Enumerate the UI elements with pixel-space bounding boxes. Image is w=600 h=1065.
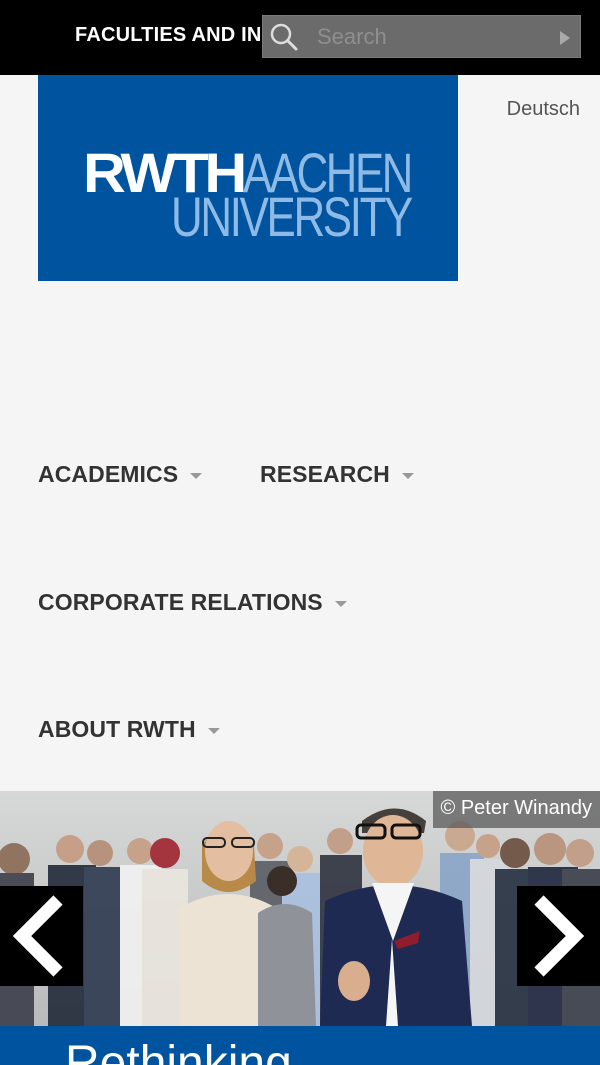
caret-down-icon [401, 472, 414, 479]
hero-slider: © Peter Winandy [0, 791, 600, 1026]
nav-corporate-relations-label: CORPORATE RELATIONS [38, 589, 323, 615]
top-bar: FACULTIES AND INSTITUTES [0, 0, 600, 75]
caret-down-icon [207, 727, 220, 734]
nav-academics-label: ACADEMICS [38, 461, 179, 487]
hero-caption-text[interactable]: Rethinking [65, 1040, 292, 1065]
slider-next-button[interactable] [517, 886, 600, 986]
search-icon[interactable] [269, 22, 299, 52]
search-submit-icon[interactable] [560, 31, 570, 45]
chevron-left-icon [12, 895, 63, 977]
caret-down-icon [190, 472, 203, 479]
nav-research[interactable]: RESEARCH [260, 461, 414, 488]
photo-credit: © Peter Winandy [432, 791, 600, 828]
slider-previous-button[interactable] [0, 886, 83, 986]
language-switch-link[interactable]: Deutsch [507, 98, 580, 121]
faculties-and-institutes-link[interactable]: FACULTIES AND INSTITUTES [75, 24, 263, 47]
rwth-logo-graphic: RWTH AACHEN UNIVERSITY [83, 141, 416, 248]
nav-research-label: RESEARCH [260, 461, 390, 487]
search-box [262, 15, 581, 58]
nav-corporate-relations[interactable]: CORPORATE RELATIONS [38, 589, 347, 616]
nav-about-rwth-label: ABOUT RWTH [38, 716, 196, 742]
chevron-right-icon [534, 895, 585, 977]
search-input[interactable] [315, 22, 540, 52]
caret-down-icon [334, 600, 347, 607]
nav-about-rwth[interactable]: ABOUT RWTH [38, 716, 220, 743]
logo-university-text: UNIVERSITY [171, 185, 413, 248]
rwth-logo[interactable]: RWTH AACHEN UNIVERSITY [38, 75, 458, 281]
hero-caption-bar: Rethinking [0, 1026, 600, 1065]
nav-academics[interactable]: ACADEMICS [38, 461, 203, 488]
